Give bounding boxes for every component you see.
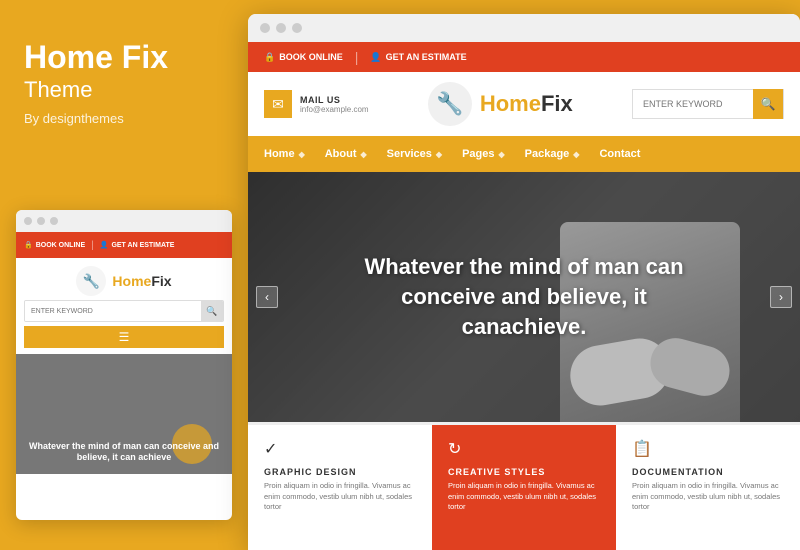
cards-row: ✓ GRAPHIC DESIGN Proin aliquam in odio i… xyxy=(248,422,800,550)
hero-arrow-right-button[interactable]: › xyxy=(770,286,792,308)
mini-logo-text: HomeFix xyxy=(112,273,171,289)
mini-dot-3 xyxy=(50,217,58,225)
hero-arrow-left-button[interactable]: ‹ xyxy=(256,286,278,308)
left-subtitle: Theme xyxy=(24,77,224,103)
main-logo-icon: 🔧 xyxy=(428,82,472,126)
main-browser: 🔒 BOOK ONLINE | 👤 GET AN ESTIMATE ✉ MAIL… xyxy=(248,14,800,550)
card-1-text: Proin aliquam in odio in fringilla. Viva… xyxy=(264,481,416,513)
checkmark-icon: ✓ xyxy=(264,439,416,459)
lock-icon: 🔒 xyxy=(24,241,33,249)
card-2-text: Proin aliquam in odio in fringilla. Viva… xyxy=(448,481,600,513)
mini-search-input[interactable] xyxy=(25,301,201,321)
card-3-text: Proin aliquam in odio in fringilla. Viva… xyxy=(632,481,784,513)
mini-hero: Whatever the mind of man can conceive an… xyxy=(16,354,232,474)
main-title-bar xyxy=(248,14,800,42)
mini-dot-1 xyxy=(24,217,32,225)
nav-item-pages[interactable]: Pages ◆ xyxy=(462,148,505,160)
package-chevron-icon: ◆ xyxy=(573,150,579,159)
book-online-button[interactable]: 🔒 BOOK ONLINE xyxy=(264,52,343,63)
get-estimate-button[interactable]: 👤 GET AN ESTIMATE xyxy=(370,52,466,63)
main-search-input[interactable] xyxy=(633,99,753,109)
home-chevron-icon: ◆ xyxy=(299,150,305,159)
user-icon: 👤 xyxy=(370,52,381,63)
card-documentation: 📋 DOCUMENTATION Proin aliquam in odio in… xyxy=(616,422,800,550)
mini-menu-button[interactable]: ☰ xyxy=(24,326,224,348)
main-search-button[interactable]: 🔍 xyxy=(753,89,783,119)
mini-header: 🔧 HomeFix 🔍 ☰ xyxy=(16,258,232,354)
refresh-icon: ↻ xyxy=(448,439,600,459)
pages-chevron-icon: ◆ xyxy=(498,150,504,159)
card-1-title: GRAPHIC DESIGN xyxy=(264,467,416,477)
main-dot-1 xyxy=(260,23,270,33)
mini-top-bar: 🔒 BOOK ONLINE | 👤 GET AN ESTIMATE xyxy=(16,232,232,258)
services-chevron-icon: ◆ xyxy=(436,150,442,159)
left-author: By designthemes xyxy=(24,111,224,126)
main-nav: Home ◆ About ◆ Services ◆ Pages ◆ Packag… xyxy=(248,136,800,172)
main-header: ✉ MAIL US info@example.com 🔧 HomeFix 🔍 xyxy=(248,72,800,136)
card-creative-styles: ↻ CREATIVE STYLES Proin aliquam in odio … xyxy=(432,422,616,550)
hero-text: Whatever the mind of man can conceive an… xyxy=(344,252,704,341)
mini-book-online-button[interactable]: 🔒 BOOK ONLINE xyxy=(24,241,85,249)
main-logo-text: HomeFix xyxy=(480,91,573,117)
mini-dot-2 xyxy=(37,217,45,225)
card-2-title: CREATIVE STYLES xyxy=(448,467,600,477)
mini-logo-row: 🔧 HomeFix xyxy=(24,266,224,296)
mail-info: MAIL US info@example.com xyxy=(300,95,369,114)
nav-item-package[interactable]: Package ◆ xyxy=(525,148,580,160)
left-panel: Home Fix Theme By designthemes 🔒 BOOK ON… xyxy=(0,0,248,550)
main-dot-3 xyxy=(292,23,302,33)
mail-icon: ✉ xyxy=(264,90,292,118)
nav-item-home[interactable]: Home ◆ xyxy=(264,148,305,160)
mini-hero-text: Whatever the mind of man can conceive an… xyxy=(26,441,222,464)
main-logo: 🔧 HomeFix xyxy=(428,82,573,126)
nav-item-contact[interactable]: Contact xyxy=(599,148,640,160)
book-icon: 📋 xyxy=(632,439,784,459)
lock-icon: 🔒 xyxy=(264,52,275,63)
main-hero: Whatever the mind of man can conceive an… xyxy=(248,172,800,422)
mail-address: info@example.com xyxy=(300,105,369,114)
card-3-title: DOCUMENTATION xyxy=(632,467,784,477)
card-graphic-design: ✓ GRAPHIC DESIGN Proin aliquam in odio i… xyxy=(248,422,432,550)
mini-search-button[interactable]: 🔍 xyxy=(201,301,223,321)
user-icon: 👤 xyxy=(100,241,109,249)
mini-get-estimate-button[interactable]: 👤 GET AN ESTIMATE xyxy=(100,241,175,249)
main-dot-2 xyxy=(276,23,286,33)
mini-separator: | xyxy=(91,240,94,251)
main-search-box: 🔍 xyxy=(632,89,784,119)
nav-item-services[interactable]: Services ◆ xyxy=(387,148,442,160)
mail-section: ✉ MAIL US info@example.com xyxy=(264,90,369,118)
mini-browser: 🔒 BOOK ONLINE | 👤 GET AN ESTIMATE 🔧 Home… xyxy=(16,210,232,520)
mail-label: MAIL US xyxy=(300,95,369,105)
mini-logo-icon: 🔧 xyxy=(76,266,106,296)
left-title: Home Fix xyxy=(24,40,224,75)
nav-item-about[interactable]: About ◆ xyxy=(325,148,367,160)
top-bar-separator: | xyxy=(355,49,359,65)
mini-search: 🔍 xyxy=(24,300,224,322)
mini-title-bar xyxy=(16,210,232,232)
main-top-bar: 🔒 BOOK ONLINE | 👤 GET AN ESTIMATE xyxy=(248,42,800,72)
about-chevron-icon: ◆ xyxy=(360,150,366,159)
